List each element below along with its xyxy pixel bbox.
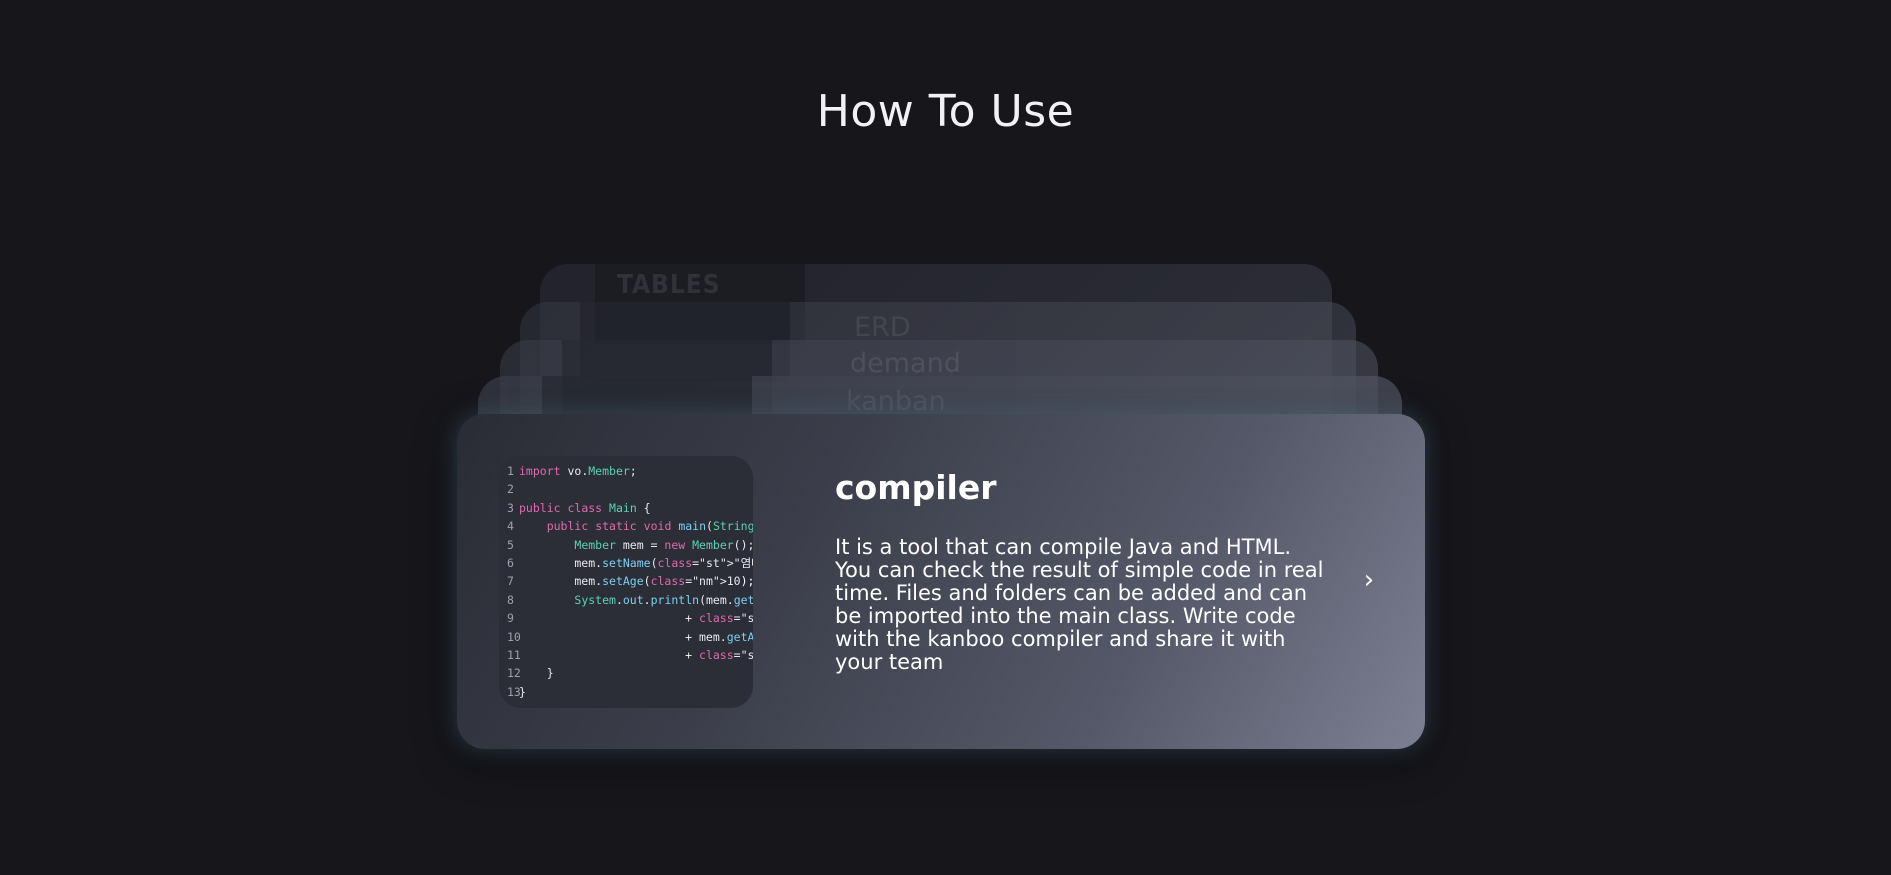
code-line: 12 } <box>507 666 554 681</box>
code-line: 5 Member mem = new Member(); <box>507 537 753 552</box>
code-line: 11 + class="st">"살 이시네요^^"); <box>507 647 753 662</box>
chevron-right-icon: › <box>1363 565 1375 595</box>
card-compiler[interactable]: 1 import vo.Member; 2 3 public class Main { 4… <box>457 414 1425 749</box>
code-line: 3 public class Main { <box>507 500 651 515</box>
how-to-use-page: How To Use TABLES ERD demand kanban gant… <box>0 0 1891 875</box>
code-line: 6 mem.setName(class="st">"염대희"); <box>507 555 753 570</box>
card-stack: TABLES ERD demand kanban gantt 1import v… <box>0 0 1891 875</box>
code-line: 7 mem.setAge(class="nm">10); <box>507 574 753 589</box>
card-erd-thumb-label: TABLES <box>617 270 721 300</box>
code-line: 4 public static void main(String[] args)… <box>507 519 753 534</box>
card-compiler-title: compiler <box>835 468 997 507</box>
code-line: 9 + class="st">"님 안녕하세요." <box>507 611 753 626</box>
code-line: 2 <box>507 482 514 497</box>
code-line: 8 System.out.println(mem.getName() <box>507 592 753 607</box>
code-line: 1 import vo.Member; <box>507 464 637 478</box>
code-line: 10 + mem.getAge() <box>507 629 753 644</box>
card-compiler-description: It is a tool that can compile Java and H… <box>835 535 1324 674</box>
next-card-button[interactable]: › <box>1349 560 1389 600</box>
code-preview-image: 1 import vo.Member; 2 3 public class Main { 4… <box>499 456 753 708</box>
code-line: 13} <box>507 684 526 699</box>
